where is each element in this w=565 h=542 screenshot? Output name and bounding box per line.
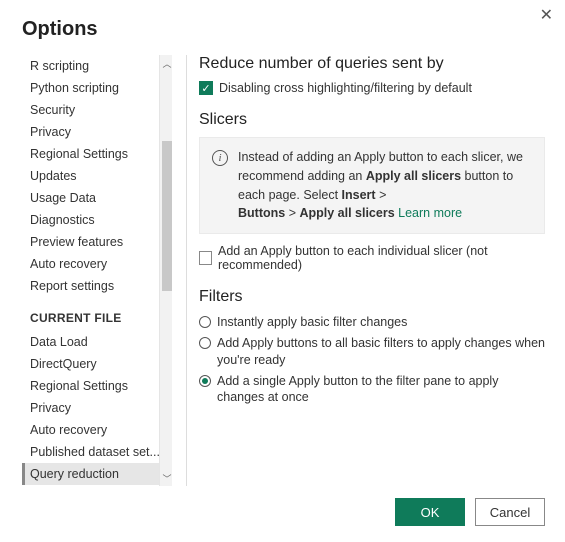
dialog-title: Options — [22, 18, 545, 41]
sidebar-item[interactable]: Privacy — [22, 397, 166, 419]
dialog-body: R scriptingPython scriptingSecurityPriva… — [22, 55, 545, 486]
content-pane: Reduce number of queries sent by ✓ Disab… — [191, 55, 545, 486]
sidebar-item[interactable]: R scripting — [22, 55, 166, 77]
cancel-button[interactable]: Cancel — [475, 498, 545, 526]
sidebar-item[interactable]: Python scripting — [22, 77, 166, 99]
filter-radio-option[interactable]: Add a single Apply button to the filter … — [199, 373, 545, 406]
radio-label: Add a single Apply button to the filter … — [217, 373, 545, 406]
radio-label: Add Apply buttons to all basic filters t… — [217, 335, 545, 368]
checkbox-disable-crosshighlight[interactable]: ✓ Disabling cross highlighting/filtering… — [199, 81, 545, 95]
vertical-divider — [186, 55, 187, 486]
checkbox-label: Disabling cross highlighting/filtering b… — [219, 81, 472, 95]
sidebar-item[interactable]: Diagnostics — [22, 209, 166, 231]
scroll-up-icon[interactable]: ︿ — [160, 55, 172, 71]
radio-icon[interactable] — [199, 316, 211, 328]
sidebar-item[interactable]: DirectQuery — [22, 353, 166, 375]
heading-slicers: Slicers — [199, 111, 545, 129]
sidebar-scrollbar[interactable]: ︿ ﹀ — [159, 55, 172, 486]
scroll-thumb[interactable] — [162, 141, 173, 291]
filter-radio-option[interactable]: Add Apply buttons to all basic filters t… — [199, 335, 545, 368]
radio-icon[interactable] — [199, 375, 211, 387]
sidebar: R scriptingPython scriptingSecurityPriva… — [22, 55, 172, 486]
close-icon[interactable]: ✕ — [540, 8, 553, 24]
info-text: Instead of adding an Apply button to eac… — [238, 148, 532, 223]
checkbox-icon[interactable] — [199, 251, 212, 265]
sidebar-item[interactable]: Report settings — [22, 275, 166, 297]
sidebar-item[interactable]: Privacy — [22, 121, 166, 143]
checkbox-apply-each-slicer[interactable]: Add an Apply button to each individual s… — [199, 244, 545, 272]
sidebar-section-current-file: CURRENT FILE — [30, 311, 166, 325]
sidebar-item[interactable]: Auto recovery — [22, 419, 166, 441]
scroll-down-icon[interactable]: ﹀ — [160, 470, 172, 486]
heading-reduce-queries: Reduce number of queries sent by — [199, 55, 545, 73]
dialog-footer: OK Cancel — [22, 486, 545, 526]
slicers-info-box: i Instead of adding an Apply button to e… — [199, 137, 545, 234]
sidebar-item[interactable]: Published dataset set... — [22, 441, 166, 463]
sidebar-item[interactable]: Regional Settings — [22, 143, 166, 165]
sidebar-item[interactable]: Report settings — [22, 485, 166, 486]
options-dialog: ✕ Options R scriptingPython scriptingSec… — [0, 0, 565, 542]
sidebar-item[interactable]: Security — [22, 99, 166, 121]
sidebar-item[interactable]: Auto recovery — [22, 253, 166, 275]
sidebar-item[interactable]: Usage Data — [22, 187, 166, 209]
sidebar-item[interactable]: Data Load — [22, 331, 166, 353]
filter-radio-option[interactable]: Instantly apply basic filter changes — [199, 314, 545, 330]
heading-filters: Filters — [199, 288, 545, 306]
radio-icon[interactable] — [199, 337, 211, 349]
checkbox-icon[interactable]: ✓ — [199, 81, 213, 95]
ok-button[interactable]: OK — [395, 498, 465, 526]
radio-label: Instantly apply basic filter changes — [217, 314, 407, 330]
sidebar-item[interactable]: Query reduction — [22, 463, 166, 485]
sidebar-item[interactable]: Updates — [22, 165, 166, 187]
sidebar-item[interactable]: Regional Settings — [22, 375, 166, 397]
learn-more-link[interactable]: Learn more — [398, 206, 462, 220]
info-icon: i — [212, 150, 228, 166]
sidebar-item[interactable]: Preview features — [22, 231, 166, 253]
checkbox-label: Add an Apply button to each individual s… — [218, 244, 545, 272]
